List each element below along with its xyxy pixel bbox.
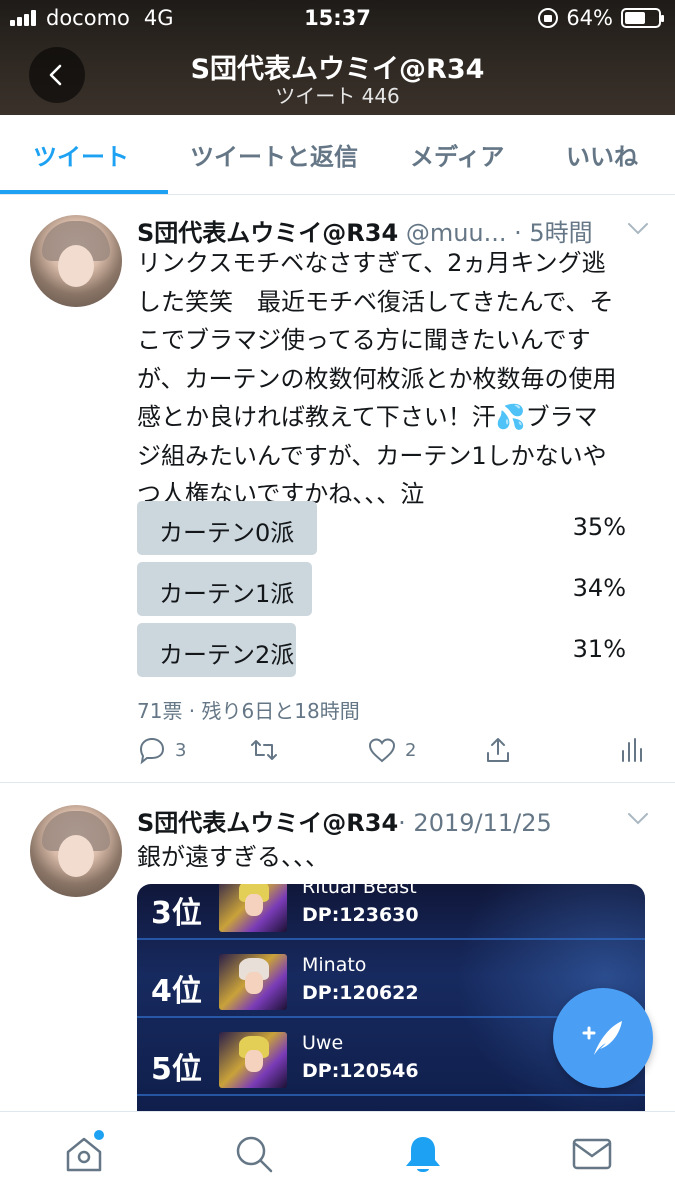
chevron-down-icon[interactable] — [627, 812, 649, 826]
rank-position: 5位 — [151, 1052, 202, 1087]
retweet-button[interactable] — [249, 735, 279, 765]
tweet-text: 銀が遠すぎる、、、 — [137, 838, 647, 877]
duelist-dp: DP:120546 — [302, 1060, 419, 1082]
author-name[interactable]: S団代表ムウミイ@R34 — [137, 219, 398, 247]
poll-option-label: カーテン2派 — [159, 641, 295, 669]
compose-tweet-button[interactable] — [553, 988, 653, 1088]
reply-count: 3 — [175, 739, 187, 761]
tweet-text-line: 銀が遠すぎる、、、 — [137, 843, 329, 871]
tweet-text-line: した笑笑 最近モチベ復活してきたんで、そ — [137, 287, 614, 316]
reply-icon — [139, 737, 165, 765]
poll-option-percent: 31% — [572, 635, 626, 663]
tweet-time: · 5時間 — [514, 219, 593, 247]
heart-icon — [368, 738, 396, 763]
share-icon — [487, 738, 509, 762]
poll-option-percent: 35% — [572, 513, 626, 541]
compose-tweet-icon — [582, 1021, 622, 1055]
tweet-count: ツイート 446 — [275, 84, 400, 108]
profile-header: docomo 4G 15:37 64% S団代表ムウミイ@R34 ツイート 44… — [0, 0, 675, 115]
avatar[interactable] — [30, 805, 122, 897]
tweet-text: リンクスモチベなさすぎて、2ヵ月キング逃 した笑笑 最近モチベ復活してきたんで、… — [137, 244, 647, 514]
profile-tabs: ツイート ツイートと返信 メディア いいね — [0, 115, 675, 195]
tweet-header: S団代表ムウミイ@R34· 2019/11/25 — [137, 803, 552, 838]
duelist-avatar — [219, 884, 287, 932]
duelist-dp: DP:123630 — [302, 904, 419, 926]
poll-option[interactable]: カーテン0派 35% — [137, 501, 632, 555]
poll-option[interactable]: カーテン1派 34% — [137, 562, 632, 616]
like-button[interactable]: 2 — [367, 735, 416, 765]
author-name[interactable]: S団代表ムウミイ@R34 — [137, 809, 398, 837]
battery-icon — [621, 8, 664, 28]
poll-meta: 71票 · 残り6日と18時間 — [137, 699, 360, 723]
tab-media[interactable]: メディア — [410, 137, 504, 172]
duelist-name: Minato — [302, 954, 367, 976]
author-handle: @muu... — [405, 219, 507, 247]
tweet-text-line: こでブラマジ使ってる方に聞きたいんです — [137, 326, 591, 354]
retweet-icon — [251, 740, 277, 760]
notifications-icon — [406, 1137, 440, 1172]
analytics-button[interactable] — [617, 735, 647, 765]
avatar[interactable] — [30, 215, 122, 307]
search-icon — [236, 1136, 273, 1173]
analytics-icon — [622, 738, 642, 762]
tweet-actions: 3 2 — [137, 735, 647, 767]
nav-notifications[interactable] — [401, 1132, 445, 1176]
tab-tweets[interactable]: ツイート — [33, 137, 129, 172]
rank-position: 3位 — [151, 896, 202, 931]
row-separator — [137, 938, 645, 940]
chevron-down-icon[interactable] — [627, 222, 649, 236]
share-button[interactable] — [483, 735, 513, 765]
poll-option-percent: 34% — [572, 574, 626, 602]
status-bar: docomo 4G 15:37 64% — [0, 0, 675, 40]
duelist-name: Uwe — [302, 1032, 344, 1054]
poll-option-label: カーテン0派 — [159, 519, 295, 547]
tweet-text-line: ジ組みたいんですが、カーテン1しかないや — [137, 441, 607, 470]
duelist-avatar — [219, 954, 287, 1010]
tweet-text-line: 感とか良ければ教えて下さい！汗💦ブラマ — [137, 403, 598, 431]
duelist-avatar — [219, 1032, 287, 1088]
poll-option-label: カーテン1派 — [159, 580, 295, 608]
nav-messages[interactable] — [570, 1132, 614, 1176]
orientation-lock-icon — [538, 8, 559, 28]
battery-percent: 64% — [566, 6, 613, 30]
reply-button[interactable]: 3 — [137, 735, 186, 765]
status-right: 64% — [538, 6, 664, 30]
tweet-image[interactable]: 3位 Ritual Beast DP:123630 4位 Minato DP:1… — [137, 884, 645, 1114]
tweet-text-line: リンクスモチベなさすぎて、2ヵ月キング逃 — [137, 249, 606, 277]
bottom-nav — [0, 1111, 675, 1200]
tweet-time: · 2019/11/25 — [398, 809, 552, 837]
new-content-dot — [94, 1130, 104, 1140]
rank-position: 4位 — [151, 974, 202, 1009]
duelist-name: Ritual Beast — [302, 884, 417, 898]
row-separator — [137, 1094, 645, 1096]
tab-likes[interactable]: いいね — [566, 137, 638, 172]
tab-tweets-and-replies[interactable]: ツイートと返信 — [190, 137, 358, 172]
tweet-text-line: が、カーテンの枚数何枚派とか枚数毎の使用 — [137, 364, 617, 393]
ranking-row: 3位 Ritual Beast DP:123630 — [137, 884, 645, 940]
messages-icon — [572, 1138, 612, 1170]
nav-search[interactable] — [232, 1132, 276, 1176]
poll-option[interactable]: カーテン2派 31% — [137, 623, 632, 677]
duelist-dp: DP:120622 — [302, 982, 419, 1004]
active-tab-indicator — [0, 190, 168, 194]
like-count: 2 — [405, 739, 417, 761]
tweet-header: S団代表ムウミイ@R34 @muu... · 5時間 — [137, 213, 593, 248]
